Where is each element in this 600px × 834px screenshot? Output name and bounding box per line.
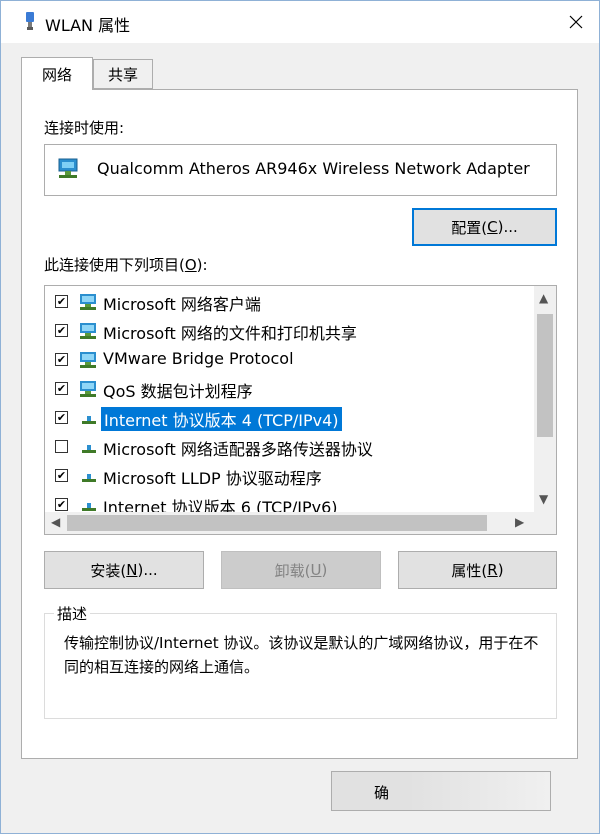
item-checkbox[interactable]: ✔ [55,382,68,395]
tab-sharing-label: 共享 [107,65,138,84]
ok-button-label: 确 [374,784,390,802]
horizontal-scroll-thumb[interactable] [67,515,487,531]
list-item[interactable]: ✔ QoS 数据包计划程序 [45,375,533,404]
scroll-down-icon[interactable]: ▼ [539,492,548,506]
properties-button-tail: ) [497,561,504,579]
network-service-icon [80,381,96,397]
description-text: 传输控制协议/Internet 协议。该协议是默认的广域网络协议，用于在不同的相… [64,634,539,676]
protocol-icon [82,445,96,453]
tab-network[interactable]: 网络 [21,57,93,90]
item-checkbox[interactable]: ✔ [55,324,68,337]
item-checkbox[interactable]: ✔ [55,295,68,308]
protocol-icon [82,416,96,424]
item-checkbox[interactable]: ✔ [55,411,68,424]
scroll-left-icon[interactable]: ◀ [51,515,60,529]
item-label: Internet 协议版本 4 (TCP/IPv4) [101,407,342,431]
network-service-icon [80,352,96,368]
list-item[interactable]: ✔ Microsoft 网络客户端 [45,288,533,317]
network-client-icon [80,294,96,310]
item-checkbox[interactable]: ✔ [55,469,68,482]
title-bar[interactable]: WLAN 属性 [1,1,599,43]
uninstall-button-key: U [310,561,322,579]
uninstall-button-tail: ) [321,561,328,579]
configure-button-text: 配置( [451,218,488,237]
item-label: VMware Bridge Protocol [103,349,294,368]
items-label-text: 此连接使用下列项目( [44,256,185,274]
wlan-properties-window: WLAN 属性 网络 共享 连接时使用: Qualcomm Atheros AR… [0,0,600,834]
close-button[interactable] [553,1,599,43]
uninstall-button-text: 卸载( [274,561,311,580]
item-label: QoS 数据包计划程序 [103,382,253,401]
protocol-icon [82,474,96,482]
connection-items-list[interactable]: ✔ Microsoft 网络客户端 ✔ Microsoft 网络的文件和打印机共… [44,285,557,535]
adapter-field: Qualcomm Atheros AR946x Wireless Network… [44,144,557,196]
install-button-tail: )... [137,561,158,579]
wlan-adapter-icon [26,12,34,30]
install-button-key: N [126,561,138,579]
item-label: Microsoft 网络适配器多路传送器协议 [103,440,373,459]
adapter-name: Qualcomm Atheros AR946x Wireless Network… [97,159,530,178]
item-label: Microsoft 网络的文件和打印机共享 [103,324,357,343]
network-adapter-icon [58,158,78,178]
items-label-key: O [184,256,197,274]
properties-button-key: R [487,561,498,579]
properties-button-text: 属性( [451,561,488,580]
configure-button-tail: )... [497,218,518,236]
tab-network-label: 网络 [41,65,72,84]
ok-button[interactable]: 确 [331,771,551,811]
install-button[interactable]: 安装(N)... [44,551,204,589]
vertical-scroll-thumb[interactable] [537,314,553,437]
window-title: WLAN 属性 [45,16,131,35]
configure-button[interactable]: 配置(C)... [412,208,557,246]
connect-using-label: 连接时使用: [44,119,125,137]
close-icon [569,15,583,29]
properties-button[interactable]: 属性(R) [398,551,557,589]
install-button-text: 安装( [90,561,127,580]
scroll-right-icon[interactable]: ▶ [515,515,524,529]
item-label: Microsoft 网络客户端 [103,295,261,314]
list-item[interactable]: ✔ Microsoft 网络的文件和打印机共享 [45,317,533,346]
item-checkbox[interactable]: ✔ [55,353,68,366]
tab-sharing[interactable]: 共享 [93,59,153,89]
item-checkbox[interactable] [55,440,68,453]
network-service-icon [80,323,96,339]
items-label-tail: ): [196,256,208,274]
item-label: Microsoft LLDP 协议驱动程序 [103,469,322,488]
list-item[interactable]: ✔ VMware Bridge Protocol [45,346,533,375]
list-item[interactable]: ✔ Microsoft LLDP 协议驱动程序 [45,462,533,491]
horizontal-scrollbar[interactable]: ◀ ▶ [45,512,556,534]
item-checkbox[interactable]: ✔ [55,498,68,511]
description-title: 描述 [54,603,91,624]
list-item[interactable]: Microsoft 网络适配器多路传送器协议 [45,433,533,462]
configure-button-key: C [487,218,498,236]
uninstall-button[interactable]: 卸载(U) [221,551,381,589]
items-label: 此连接使用下列项目(O): [44,254,208,275]
vertical-scrollbar[interactable]: ▲ ▼ [534,286,556,514]
scroll-up-icon[interactable]: ▲ [539,291,548,305]
list-item-selected[interactable]: ✔ Internet 协议版本 4 (TCP/IPv4) [45,404,533,433]
